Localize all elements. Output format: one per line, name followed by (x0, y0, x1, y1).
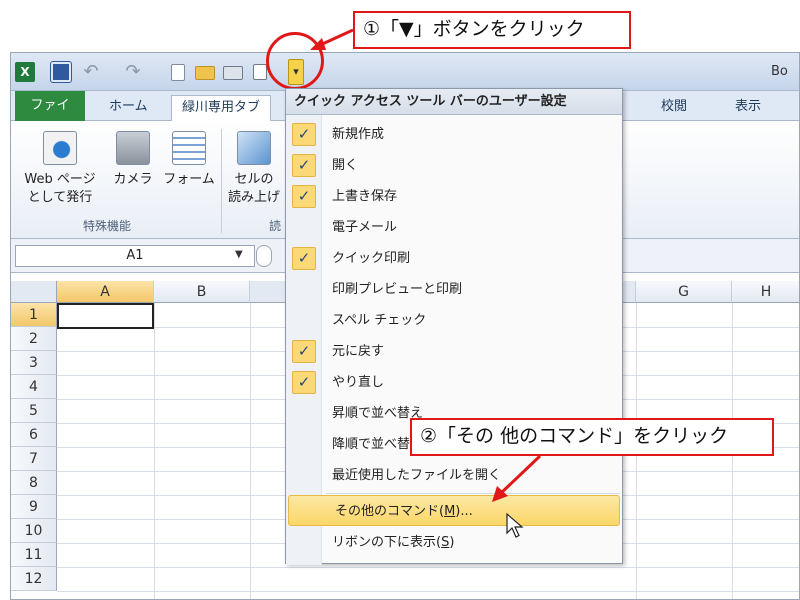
menu-item-email[interactable]: 電子メール (286, 212, 622, 243)
active-cell-a1[interactable] (57, 303, 154, 329)
menu-item-label: リボンの下に表示(S) (332, 535, 455, 550)
web-page-label-2: として発行 (27, 190, 93, 205)
mouse-pointer-icon (506, 513, 524, 538)
gridline (250, 303, 251, 599)
row-header-4[interactable]: 4 (11, 375, 57, 399)
menu-item-quick-print[interactable]: ✓ クイック印刷 (286, 243, 622, 274)
speak-label-2: 読み上げ (227, 190, 280, 205)
form-icon (172, 131, 206, 165)
row-header-5[interactable]: 5 (11, 399, 57, 423)
camera-button[interactable]: カメラ (109, 131, 157, 189)
publish-web-page-button[interactable]: Web ページ として発行 (19, 131, 101, 207)
undo-icon[interactable]: ↶ (81, 62, 101, 82)
menu-item-more-commands[interactable]: その他のコマンド(M)... (288, 495, 620, 526)
row-header-7[interactable]: 7 (11, 447, 57, 471)
menu-item-label: 最近使用したファイルを開く (332, 468, 502, 483)
ribbon-group-divider (221, 129, 222, 233)
ribbon-group-special-label: 特殊機能 (83, 219, 132, 233)
check-icon: ✓ (292, 154, 316, 177)
column-header-b[interactable]: B (154, 281, 250, 303)
row-header-6[interactable]: 6 (11, 423, 57, 447)
menu-item-label: 開く (332, 158, 359, 173)
menu-header: クイック アクセス ツール バーのユーザー設定 (286, 89, 622, 115)
row-header-10[interactable]: 10 (11, 519, 57, 543)
menu-item-save[interactable]: ✓ 上書き保存 (286, 181, 622, 212)
name-box[interactable]: A1 (15, 245, 255, 267)
menu-item-label: 印刷プレビューと印刷 (332, 282, 463, 297)
new-file-icon[interactable] (171, 64, 185, 81)
check-icon: ✓ (292, 340, 316, 363)
speak-cells-icon (237, 131, 271, 165)
tab-home[interactable]: ホーム (99, 95, 158, 121)
gridline (57, 567, 799, 568)
callout-arrow-1 (317, 28, 354, 48)
print-preview-icon[interactable] (253, 64, 267, 80)
callout-step-1: ①「▼」ボタンをクリック (353, 11, 631, 49)
web-page-icon (43, 131, 77, 165)
row-header-1[interactable]: 1 (11, 303, 57, 327)
tab-file[interactable]: ファイル (15, 91, 85, 143)
menu-item-new[interactable]: ✓ 新規作成 (286, 119, 622, 150)
menu-item-spell-check[interactable]: スペル チェック (286, 305, 622, 336)
check-icon: ✓ (292, 185, 316, 208)
row-header-9[interactable]: 9 (11, 495, 57, 519)
ribbon-group-read-label: 読 (269, 219, 282, 233)
row-header-11[interactable]: 11 (11, 543, 57, 567)
row-header-8[interactable]: 8 (11, 471, 57, 495)
check-icon: ✓ (292, 371, 316, 394)
formula-bar-handle[interactable] (256, 245, 272, 267)
menu-item-recent-files[interactable]: 最近使用したファイルを開く (286, 460, 622, 491)
select-all-corner[interactable] (11, 281, 57, 303)
tab-view[interactable]: 表示 (725, 95, 771, 121)
window-title: Bo (771, 64, 788, 79)
form-button[interactable]: フォーム (161, 131, 217, 189)
form-label: フォーム (163, 172, 215, 187)
column-header-a[interactable]: A (57, 281, 154, 303)
tab-review[interactable]: 校閲 (651, 95, 697, 121)
menu-item-show-below-ribbon[interactable]: リボンの下に表示(S) (286, 527, 622, 558)
menu-item-print-preview[interactable]: 印刷プレビューと印刷 (286, 274, 622, 305)
menu-separator (326, 493, 620, 494)
dropdown-highlight-circle (266, 32, 324, 90)
column-header-g[interactable]: G (636, 281, 732, 303)
print-icon[interactable] (223, 66, 243, 80)
row-header-12[interactable]: 12 (11, 567, 57, 591)
menu-item-label: スペル チェック (332, 313, 427, 328)
menu-item-label: その他のコマンド(M)... (335, 504, 473, 519)
chevron-down-icon[interactable]: ▼ (235, 249, 243, 260)
open-folder-icon[interactable] (195, 66, 215, 80)
redo-icon[interactable]: ↷ (123, 62, 143, 82)
menu-item-open[interactable]: ✓ 開く (286, 150, 622, 181)
menu-item-label: 新規作成 (332, 127, 385, 142)
menu-item-label: クイック印刷 (332, 251, 411, 266)
menu-item-label: 上書き保存 (332, 189, 398, 204)
speak-label-1: セルの (234, 172, 274, 187)
menu-item-label: 電子メール (332, 220, 398, 235)
row-header-2[interactable]: 2 (11, 327, 57, 351)
gridline (57, 591, 799, 592)
tab-custom[interactable]: 緑川専用タブ (171, 95, 272, 122)
menu-item-redo[interactable]: ✓ やり直し (286, 367, 622, 398)
menu-item-label: やり直し (332, 375, 385, 390)
row-header-3[interactable]: 3 (11, 351, 57, 375)
save-icon[interactable] (50, 61, 72, 83)
speak-cells-button[interactable]: セルの 読み上げ (225, 131, 283, 207)
check-icon: ✓ (292, 123, 316, 146)
web-page-label-1: Web ページ (24, 172, 96, 187)
gridline (154, 303, 155, 599)
menu-item-undo[interactable]: ✓ 元に戻す (286, 336, 622, 367)
callout-step-2: ②「その 他のコマンド」をクリック (410, 418, 774, 456)
camera-icon (116, 131, 150, 165)
check-icon: ✓ (292, 247, 316, 270)
qat-customize-menu: クイック アクセス ツール バーのユーザー設定 ✓ 新規作成 ✓ 開く ✓ 上書… (285, 88, 623, 565)
title-bar: X ↶ ↷ ▾ Bo (11, 53, 799, 91)
menu-item-label: 元に戻す (332, 344, 385, 359)
camera-label: カメラ (113, 172, 153, 187)
excel-logo-icon: X (15, 62, 35, 82)
column-header-h[interactable]: H (732, 281, 799, 303)
